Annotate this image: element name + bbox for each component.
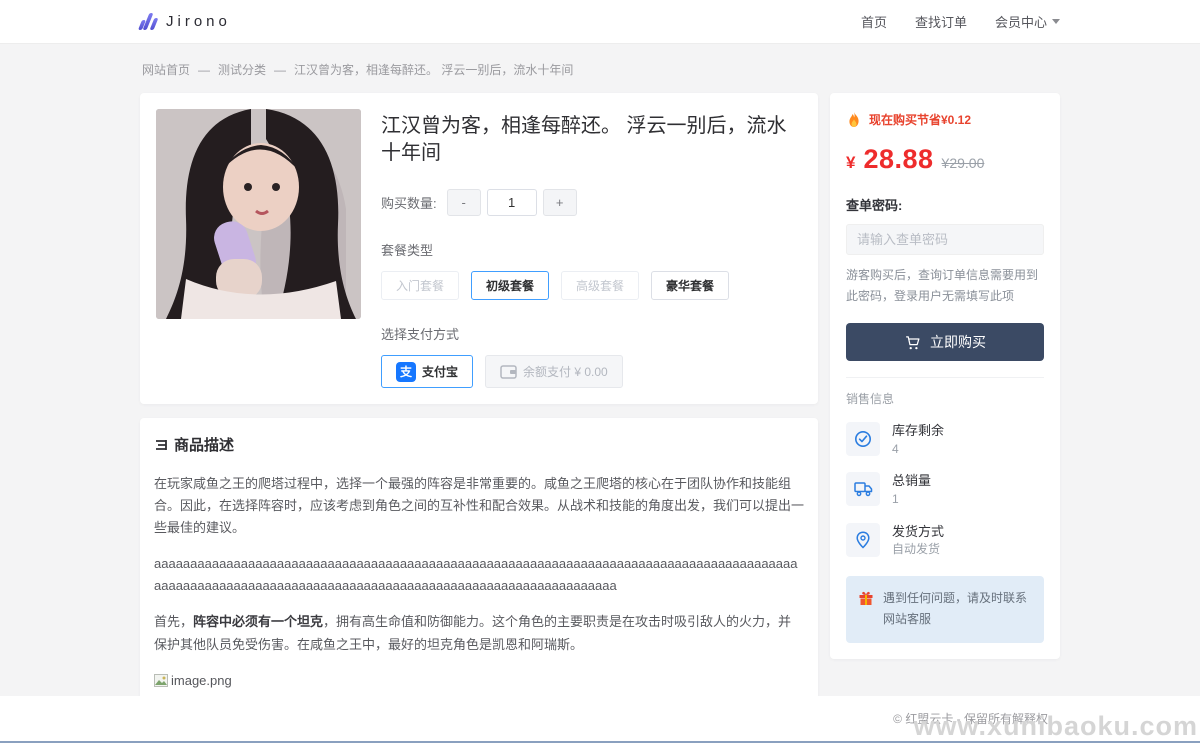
package-option-advanced[interactable]: 高级套餐	[561, 271, 639, 300]
breadcrumb-current: 江汉曾为客，相逢每醉还。 浮云一别后，流水十年间	[294, 61, 573, 78]
broken-image-alt: image.png	[171, 670, 232, 692]
description-paragraph: 在玩家咸鱼之王的爬塔过程中，选择一个最强的阵容是非常重要的。咸鱼之王爬塔的核心在…	[154, 473, 804, 539]
sales-item-label: 库存剩余	[892, 421, 944, 441]
purchase-sidebar: 现在购买节省¥0.12 ¥ 28.88 ¥29.00 查单密码: 游客购买后，查…	[830, 93, 1060, 659]
gift-icon	[858, 590, 874, 606]
package-type-label: 套餐类型	[381, 240, 802, 259]
alipay-label: 支付宝	[422, 363, 458, 380]
price-currency: ¥	[846, 153, 855, 173]
product-image	[156, 109, 361, 319]
description-paragraph: 首先，阵容中必须有一个坦克，拥有高生命值和防御能力。这个角色的主要职责是在攻击时…	[154, 611, 804, 655]
breadcrumb-separator: —	[198, 63, 210, 77]
page-content: 网站首页 — 测试分类 — 江汉曾为客，相逢每醉还。 浮云一别后，流水十年间	[0, 44, 1200, 696]
sales-item-value: 自动发货	[892, 541, 944, 558]
cart-icon	[904, 334, 921, 351]
description-heading: 商品描述	[174, 434, 234, 455]
breadcrumb: 网站首页 — 测试分类 — 江汉曾为客，相逢每醉还。 浮云一别后，流水十年间	[140, 44, 1060, 78]
sales-item-label: 总销量	[892, 471, 931, 491]
quantity-minus-button[interactable]: -	[447, 189, 481, 216]
divider	[846, 377, 1044, 378]
breadcrumb-separator: —	[274, 63, 286, 77]
payment-option-alipay[interactable]: 支 支付宝	[381, 355, 473, 388]
price-current: 28.88	[863, 144, 933, 175]
payment-option-balance[interactable]: 余额支付 ¥ 0.00	[485, 355, 623, 388]
package-option-basic[interactable]: 入门套餐	[381, 271, 459, 300]
wallet-icon	[500, 365, 517, 379]
alipay-icon: 支	[396, 362, 416, 382]
support-notice-text: 遇到任何问题，请及时联系网站客服	[883, 588, 1032, 631]
buy-now-label: 立即购买	[930, 332, 986, 352]
check-circle-icon	[854, 430, 872, 448]
quantity-input[interactable]	[487, 189, 537, 216]
nav-item-member-center[interactable]: 会员中心	[995, 12, 1060, 31]
package-option-primary[interactable]: 初级套餐	[471, 271, 549, 300]
sales-item-value: 1	[892, 491, 931, 508]
price-row: ¥ 28.88 ¥29.00	[846, 144, 1044, 175]
nav-item-member-label: 会员中心	[995, 12, 1047, 31]
sales-info-title: 销售信息	[846, 390, 1044, 407]
nav-links: 首页 查找订单 会员中心	[861, 12, 1060, 31]
sales-item-value: 4	[892, 441, 944, 458]
quantity-label: 购买数量:	[381, 193, 437, 212]
product-photo-placeholder	[156, 109, 361, 319]
breadcrumb-category[interactable]: 测试分类	[218, 61, 266, 78]
payment-method-label: 选择支付方式	[381, 324, 802, 343]
payment-options: 支 支付宝 余额支付 ¥ 0.00	[381, 355, 802, 388]
product-card: 江汉曾为客，相逢每醉还。 浮云一别后，流水十年间 购买数量: - + 套餐类型	[140, 93, 818, 404]
order-password-input[interactable]	[846, 224, 1044, 255]
description-card: 商品描述 在玩家咸鱼之王的爬塔过程中，选择一个最强的阵容是非常重要的。咸鱼之王爬…	[140, 418, 818, 696]
sales-item-total-sold: 总销量 1	[846, 471, 1044, 507]
sales-item-label: 发货方式	[892, 522, 944, 542]
sales-item-delivery: 发货方式 自动发货	[846, 522, 1044, 558]
watermark-text: www.xunibaoku.com	[913, 713, 1198, 740]
balance-label: 余额支付 ¥ 0.00	[523, 363, 608, 380]
quantity-plus-button[interactable]: +	[543, 189, 577, 216]
order-password-hint: 游客购买后，查询订单信息需要用到此密码，登录用户无需填写此项	[846, 265, 1044, 307]
breadcrumb-home[interactable]: 网站首页	[142, 61, 190, 78]
brand-name: Jirono	[166, 13, 231, 30]
package-option-deluxe[interactable]: 豪华套餐	[651, 271, 729, 300]
footer: © 红盟云卡 - 保留所有解释权。 www.xunibaoku.com	[0, 696, 1200, 741]
package-options: 入门套餐 初级套餐 高级套餐 豪华套餐	[381, 271, 802, 300]
support-notice: 遇到任何问题，请及时联系网站客服	[846, 576, 1044, 643]
fire-icon	[846, 112, 862, 128]
truck-icon	[854, 481, 873, 497]
savings-text: 现在购买节省¥0.12	[869, 111, 971, 128]
broken-image-icon	[154, 674, 168, 687]
map-pin-icon	[855, 531, 871, 549]
chevron-down-icon	[1052, 19, 1060, 24]
brand-slashes-icon	[140, 13, 156, 30]
price-original: ¥29.00	[942, 155, 985, 171]
description-body: 在玩家咸鱼之王的爬塔过程中，选择一个最强的阵容是非常重要的。咸鱼之王爬塔的核心在…	[154, 473, 804, 696]
product-title: 江汉曾为客，相逢每醉还。 浮云一别后，流水十年间	[381, 113, 802, 167]
buy-now-button[interactable]: 立即购买	[846, 323, 1044, 361]
broken-image-line: image.png	[154, 670, 804, 692]
quantity-stepper: - +	[447, 189, 577, 216]
list-icon	[154, 438, 168, 452]
order-password-label: 查单密码:	[846, 195, 1044, 214]
nav-item-home[interactable]: 首页	[861, 12, 887, 31]
description-paragraph: aaaaaaaaaaaaaaaaaaaaaaaaaaaaaaaaaaaaaaaa…	[154, 553, 804, 597]
sales-item-stock: 库存剩余 4	[846, 421, 1044, 457]
brand-logo[interactable]: Jirono	[140, 13, 231, 30]
nav-item-find-order[interactable]: 查找订单	[915, 12, 967, 31]
navbar: Jirono 首页 查找订单 会员中心	[0, 0, 1200, 44]
